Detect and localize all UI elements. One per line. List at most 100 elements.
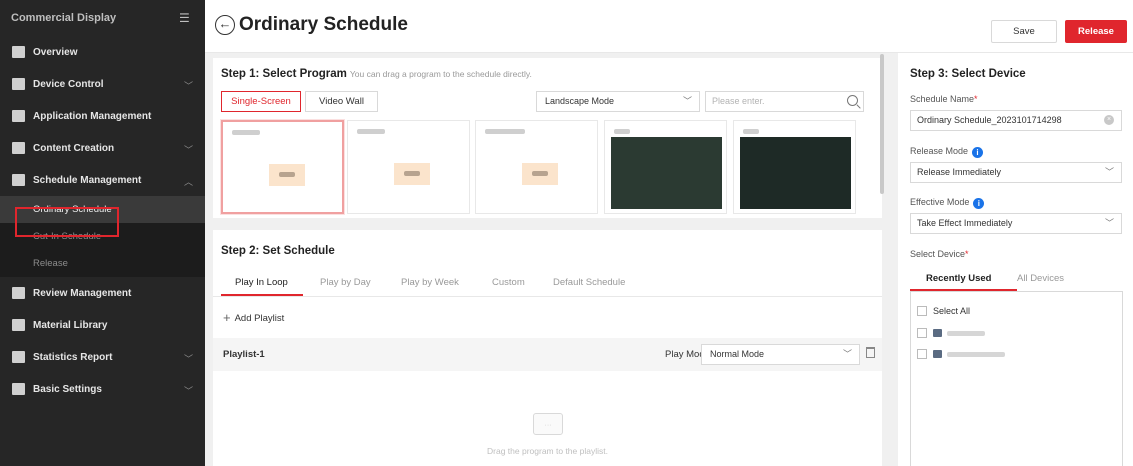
delete-icon[interactable]	[866, 347, 875, 358]
tab-play-by-week[interactable]: Play by Week	[401, 277, 459, 288]
sidebar-item-material-library[interactable]: Material Library	[0, 309, 205, 341]
schedule-name-input[interactable]: Ordinary Schedule_2023101714298 ×	[910, 110, 1122, 131]
program-thumbnail	[611, 137, 722, 209]
sidebar-item-basic-settings[interactable]: Basic Settings ﹀	[0, 373, 205, 405]
tab-play-by-day[interactable]: Play by Day	[320, 277, 371, 288]
sidebar-item-label: Material Library	[33, 319, 108, 331]
schedule-name-value: Ordinary Schedule_2023101714298	[917, 115, 1062, 125]
sidebar-item-label: Statistics Report	[33, 351, 113, 363]
monitor-icon	[933, 350, 942, 358]
step3-title: Step 3: Select Device	[910, 68, 1026, 80]
sidebar-item-label: Basic Settings	[33, 383, 102, 395]
step1-hint: You can drag a program to the schedule d…	[349, 69, 532, 79]
tab-play-in-loop[interactable]: Play In Loop	[235, 277, 288, 288]
chevron-down-icon: ﹀	[183, 145, 193, 155]
tab-recently-used[interactable]: Recently Used	[926, 273, 991, 284]
search-placeholder: Please enter.	[712, 96, 765, 106]
monitor-icon	[12, 46, 25, 58]
sidebar-item-label: Review Management	[33, 287, 132, 299]
plus-icon: +	[223, 310, 231, 325]
add-playlist-label: Add Playlist	[234, 313, 285, 324]
empty-playlist-hint: Drag the program to the playlist.	[487, 446, 608, 456]
sidebar-subitem-release[interactable]: Release	[0, 250, 205, 277]
vertical-scrollbar[interactable]	[880, 54, 884, 194]
sidebar-title: Commercial Display	[11, 12, 117, 24]
library-icon	[12, 319, 25, 331]
sidebar-item-label: Content Creation	[33, 142, 115, 154]
step1-title: Step 1: Select Program	[221, 68, 347, 80]
device-icon	[12, 78, 25, 90]
schedule-name-label: Schedule Name*	[910, 94, 978, 104]
checkbox[interactable]	[917, 328, 927, 338]
info-icon[interactable]: i	[973, 198, 985, 209]
program-name-blurred	[485, 129, 525, 134]
program-thumbnail	[394, 163, 430, 185]
program-name-blurred	[614, 129, 630, 134]
program-card[interactable]	[733, 120, 856, 214]
sidebar-subitem-cut-in-schedule[interactable]: Cut-In Schedule	[0, 223, 205, 250]
chevron-up-icon: ︿	[183, 177, 193, 187]
sidebar-subitem-ordinary-schedule[interactable]: Ordinary Schedule	[0, 196, 205, 223]
release-mode-value: Release Immediately	[917, 167, 1002, 177]
orientation-select[interactable]: Landscape Mode ﹀	[536, 91, 700, 112]
sidebar-item-overview[interactable]: Overview	[0, 36, 205, 68]
save-button[interactable]: Save	[991, 20, 1057, 43]
program-card[interactable]	[604, 120, 727, 214]
required-mark: *	[974, 94, 978, 104]
tab-all-devices[interactable]: All Devices	[1017, 273, 1064, 284]
device-name-blurred	[947, 330, 985, 336]
release-button[interactable]: Release	[1065, 20, 1127, 43]
info-icon[interactable]: i	[972, 147, 984, 158]
program-card[interactable]	[347, 120, 470, 214]
play-mode-value: Normal Mode	[710, 349, 765, 359]
sidebar-item-label: Schedule Management	[33, 174, 142, 186]
tab-single-screen[interactable]: Single-Screen	[221, 91, 301, 112]
calendar-icon	[12, 174, 25, 186]
sidebar-item-content-creation[interactable]: Content Creation ﹀	[0, 132, 205, 164]
sidebar-item-label: Device Control	[33, 78, 104, 90]
app-window: Commercial Display ☰ Overview Device Con…	[0, 0, 1133, 466]
checkbox[interactable]	[917, 306, 927, 316]
back-arrow-icon[interactable]: ←	[215, 15, 235, 35]
program-search-input[interactable]: Please enter.	[705, 91, 864, 112]
effective-mode-select[interactable]: Take Effect Immediately ﹀	[910, 213, 1122, 234]
tab-video-wall[interactable]: Video Wall	[305, 91, 378, 112]
step1-select-program-panel: Step 1: Select Program You can drag a pro…	[213, 58, 882, 218]
device-name-blurred	[947, 351, 1005, 357]
chevron-down-icon: ﹀	[682, 96, 692, 106]
release-mode-label: Release Mode i	[910, 146, 984, 158]
device-row[interactable]	[917, 348, 1005, 360]
clear-icon[interactable]: ×	[1104, 115, 1114, 125]
program-card[interactable]	[221, 120, 344, 214]
device-list: Select All	[910, 291, 1123, 466]
checkbox[interactable]	[917, 349, 927, 359]
tab-default-schedule[interactable]: Default Schedule	[553, 277, 625, 288]
play-mode-select[interactable]: Normal Mode ﹀	[701, 344, 860, 365]
program-name-blurred	[743, 129, 759, 134]
select-device-label-text: Select Device	[910, 249, 966, 259]
step3-select-device-panel: Step 3: Select Device Schedule Name* Ord…	[898, 53, 1133, 466]
apps-icon	[12, 110, 25, 122]
sidebar-item-application-management[interactable]: Application Management	[0, 100, 205, 132]
add-playlist-button[interactable]: + Add Playlist	[223, 310, 284, 325]
select-device-label: Select Device*	[910, 249, 969, 259]
select-all-checkbox[interactable]: Select All	[917, 305, 970, 317]
sidebar-item-statistics-report[interactable]: Statistics Report ﹀	[0, 341, 205, 373]
sidebar-header: Commercial Display ☰	[0, 0, 205, 36]
monitor-icon	[933, 329, 942, 337]
schedule-name-label-text: Schedule Name	[910, 94, 975, 104]
sidebar-item-review-management[interactable]: Review Management	[0, 277, 205, 309]
tab-custom[interactable]: Custom	[492, 277, 525, 288]
schedule-submenu: Ordinary Schedule Cut-In Schedule Releas…	[0, 196, 205, 277]
chevron-down-icon: ﹀	[183, 81, 193, 91]
sidebar-item-schedule-management[interactable]: Schedule Management ︿	[0, 164, 205, 196]
program-card[interactable]	[475, 120, 598, 214]
effective-mode-label-text: Effective Mode	[910, 197, 970, 207]
release-mode-select[interactable]: Release Immediately ﹀	[910, 162, 1122, 183]
menu-collapse-icon[interactable]: ☰	[179, 12, 193, 24]
step2-set-schedule-panel: Step 2: Set Schedule Play In Loop Play b…	[213, 230, 882, 466]
sidebar-item-device-control[interactable]: Device Control ﹀	[0, 68, 205, 100]
chevron-down-icon: ﹀	[183, 386, 193, 396]
search-icon[interactable]	[847, 95, 858, 106]
device-row[interactable]	[917, 327, 985, 339]
